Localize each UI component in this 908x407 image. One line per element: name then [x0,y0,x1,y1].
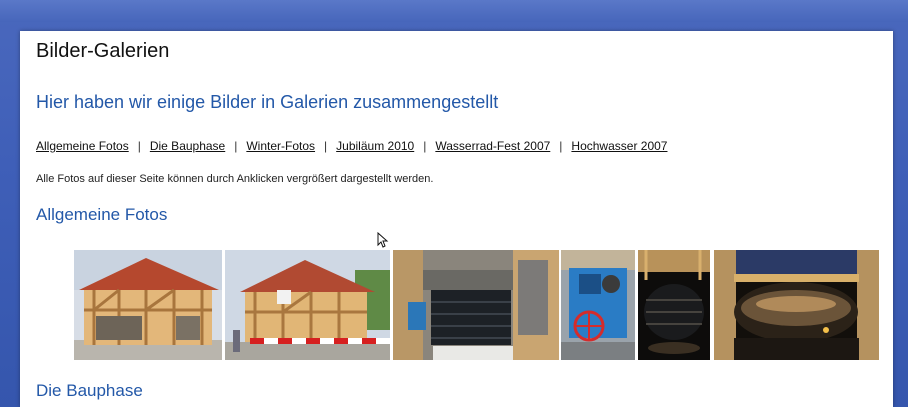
nav-link-winter-fotos[interactable]: Winter-Fotos [246,139,315,153]
photo-timber-building[interactable] [74,250,222,360]
mouse-pointer-icon [377,232,389,248]
nav-link-die-bauphase[interactable]: Die Bauphase [150,139,225,153]
nav-separator: | [423,139,427,153]
photo-water-wheel-night[interactable] [714,250,879,360]
enlarge-note: Alle Fotos auf dieser Seite können durch… [36,173,434,185]
browser-top-bar [0,0,908,22]
photo-water-wheel-pit[interactable] [393,250,559,360]
nav-separator: | [137,139,141,153]
nav-link-jubilaeum-2010[interactable]: Jubiläum 2010 [336,139,414,153]
page-subtitle: Hier haben wir einige Bilder in Galerien… [36,92,499,112]
nav-link-wasserrad-fest-2007[interactable]: Wasserrad-Fest 2007 [435,139,550,153]
nav-separator: | [559,139,563,153]
section-title-die-bauphase: Die Bauphase [36,381,143,400]
gallery-nav: Allgemeine Fotos | Die Bauphase | Winter-Fot… [36,139,667,153]
nav-separator: | [234,139,238,153]
photo-timber-building-barrier[interactable] [225,250,390,360]
nav-separator: | [324,139,328,153]
nav-link-allgemeine-fotos[interactable]: Allgemeine Fotos [36,139,129,153]
photo-water-wheel-dark[interactable] [638,250,710,360]
section-title-allgemeine-fotos: Allgemeine Fotos [36,205,168,224]
page-title: Bilder-Galerien [36,40,170,62]
photo-blue-gear[interactable] [561,250,635,360]
content-panel: Bilder-Galerien Hier haben wir einige Bi… [20,31,893,407]
nav-link-hochwasser-2007[interactable]: Hochwasser 2007 [571,139,667,153]
